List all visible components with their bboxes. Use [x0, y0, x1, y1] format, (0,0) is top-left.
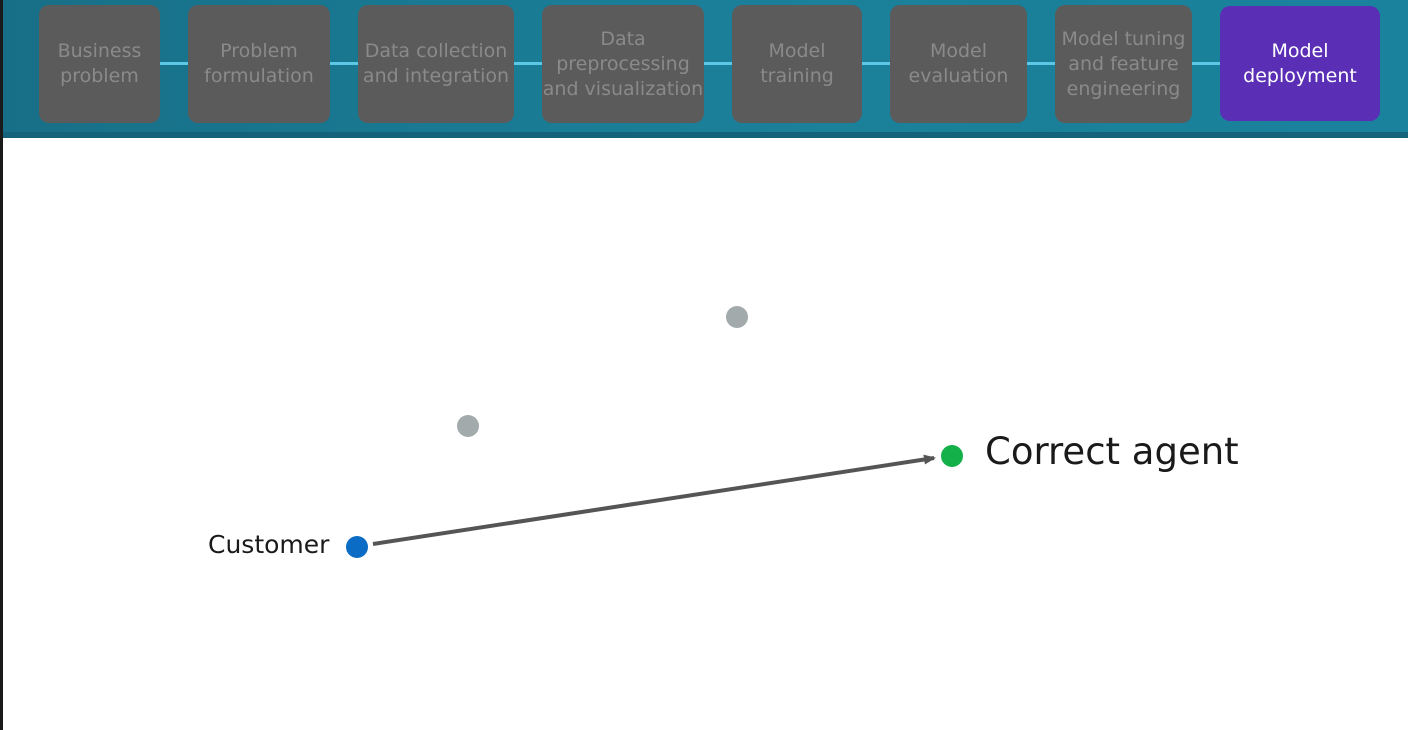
- routing-diagram: [346, 306, 963, 558]
- other-agent-dot: [726, 306, 748, 328]
- correct-agent-dot: [941, 445, 963, 467]
- other-agent-dot: [457, 415, 479, 437]
- customer-label: Customer: [208, 530, 330, 559]
- customer-dot: [346, 536, 368, 558]
- route-arrow: [372, 454, 936, 546]
- correct-agent-label: Correct agent: [985, 430, 1239, 473]
